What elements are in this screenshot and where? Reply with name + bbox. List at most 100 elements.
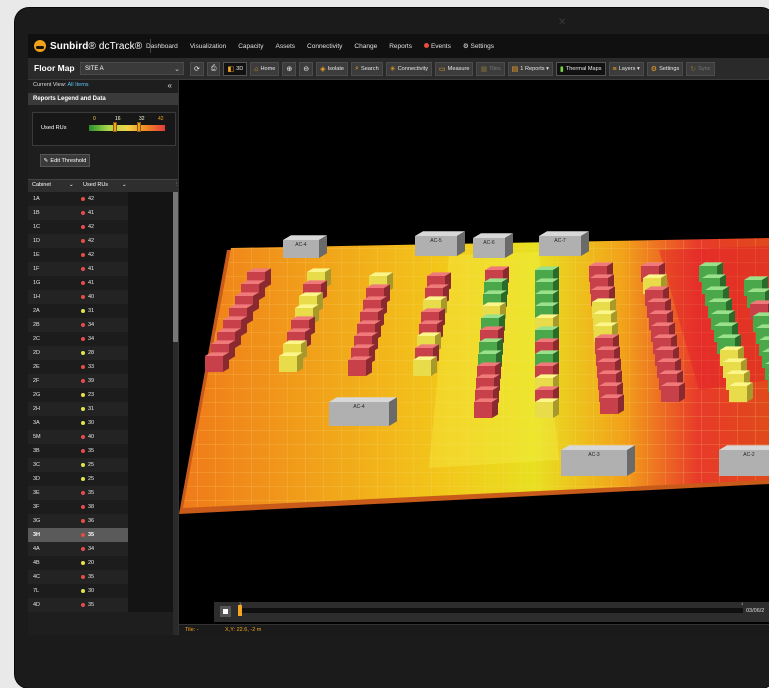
table-row[interactable]: 3H 35 [28, 528, 178, 542]
chevron-down-icon[interactable]: ⌄ [69, 182, 74, 188]
tile-status: Tile: - [185, 627, 199, 633]
table-row[interactable]: 4C 35 [28, 570, 178, 584]
threshold-handle[interactable] [137, 122, 141, 132]
cabinet-3d[interactable] [205, 352, 229, 372]
ac-unit[interactable]: AC-3 [561, 445, 635, 476]
table-row[interactable]: 2A 31 [28, 304, 178, 318]
table-row[interactable]: 1H 40 [28, 290, 178, 304]
empty-cell [128, 584, 174, 598]
table-row[interactable]: 1D 42 [28, 234, 178, 248]
nav-link-settings[interactable]: ⚙ Settings [463, 42, 494, 50]
table-row[interactable]: 2E 33 [28, 360, 178, 374]
ac-unit[interactable]: AC-5 [415, 231, 465, 256]
table-row[interactable]: 3E 35 [28, 486, 178, 500]
floor-map-canvas[interactable]: AC-4 AC-5 AC-6 AC-7 AC-4 AC-3 AC-2 [179, 80, 769, 600]
toolbar-button-label: Tiles [489, 66, 501, 72]
table-row[interactable]: 4B 20 [28, 556, 178, 570]
brand-name: Sunbird® dcTrack® [50, 40, 143, 52]
zoom-out-button[interactable]: ⊖ [299, 62, 314, 76]
table-row[interactable]: 3F 38 [28, 500, 178, 514]
settings-button[interactable]: ⚙ Settings [646, 62, 684, 76]
nav-link-label: Reports [389, 42, 412, 50]
timeline-stop-button[interactable] [220, 606, 231, 617]
measure-button[interactable]: ▭ Measure [435, 62, 474, 76]
table-row[interactable]: 3B 35 [28, 444, 178, 458]
cabinet-3d[interactable] [729, 382, 753, 402]
legend-label: Used RUs [41, 125, 67, 131]
ac-unit[interactable]: AC-2 [719, 445, 769, 476]
table-row[interactable]: 1C 42 [28, 220, 178, 234]
table-row[interactable]: 2H 31 [28, 402, 178, 416]
table-row[interactable]: 3G 36 [28, 514, 178, 528]
table-row[interactable]: 4A 34 [28, 542, 178, 556]
threshold-handle[interactable] [113, 122, 117, 132]
column-header-cabinet[interactable]: Cabinet [32, 182, 51, 188]
table-scrollbar[interactable] [173, 192, 178, 635]
table-row[interactable]: 5M 40 [28, 430, 178, 444]
table-row[interactable]: 2F 39 [28, 374, 178, 388]
table-row[interactable]: 3C 25 [28, 458, 178, 472]
cabinet-3d[interactable] [348, 356, 372, 376]
table-row[interactable]: 2G 23 [28, 388, 178, 402]
tiles-button[interactable]: ▦ Tiles [476, 62, 505, 76]
scrollbar-thumb[interactable] [173, 192, 178, 342]
collapse-sidebar-icon[interactable]: « [168, 81, 172, 90]
cabinet-3d[interactable] [661, 382, 685, 402]
table-row[interactable]: 2D 28 [28, 346, 178, 360]
table-row[interactable]: 1G 41 [28, 276, 178, 290]
timeline-handle[interactable] [238, 605, 242, 616]
nav-link-capacity[interactable]: Capacity [238, 43, 263, 50]
isolate-button[interactable]: ◈ Isolate [316, 62, 349, 76]
site-select[interactable]: SITE A ⌄ [80, 62, 184, 75]
status-dot-icon [81, 477, 85, 481]
table-row[interactable]: 2C 34 [28, 332, 178, 346]
table-row[interactable]: 1B 41 [28, 206, 178, 220]
nav-link-assets[interactable]: Assets [276, 43, 296, 50]
home-button[interactable]: ⌂ Home [250, 62, 280, 76]
timeline-track[interactable] [238, 608, 743, 613]
table-row[interactable]: 3D 25 [28, 472, 178, 486]
table-row[interactable]: 1F 41 [28, 262, 178, 276]
cabinet-3d[interactable] [413, 356, 437, 376]
nav-link-change[interactable]: Change [354, 43, 377, 50]
print-button[interactable]: ⎙ [206, 62, 221, 76]
edit-threshold-button[interactable]: ✎ Edit Threshold [40, 154, 90, 167]
layers-button[interactable]: ≡ Layers ▾ [608, 62, 644, 76]
chevron-down-icon[interactable]: ⌄ [122, 182, 127, 188]
table-row[interactable]: 2B 34 [28, 318, 178, 332]
sync-button[interactable]: ↻ Sync [686, 62, 715, 76]
thermal-maps-button[interactable]: ▮ Thermal Maps [555, 62, 606, 76]
nav-link-connectivity[interactable]: Connectivity [307, 43, 342, 50]
cabinet-3d[interactable] [279, 352, 303, 372]
floor-map-3d-view[interactable]: AC-4 AC-5 AC-6 AC-7 AC-4 AC-3 AC-2 1 1 03/06/2… [179, 80, 769, 635]
connectivity-button[interactable]: ✳ Connectivity [385, 62, 433, 76]
cabinet-3d[interactable] [600, 394, 624, 414]
used-rus-cell: 25 [88, 476, 95, 482]
ac-unit[interactable]: AC-4 [283, 235, 327, 258]
status-dot-icon [81, 505, 85, 509]
table-row[interactable]: 1A 42 [28, 192, 178, 206]
timeline-end-label: 1 [741, 601, 744, 606]
table-row[interactable]: 7L 30 [28, 584, 178, 598]
nav-link-reports[interactable]: Reports [389, 43, 412, 50]
nav-link-dashboard[interactable]: Dashboard [146, 43, 178, 50]
nav-link-visualization[interactable]: Visualization [190, 43, 226, 50]
column-header-used-rus[interactable]: Used RUs [83, 182, 108, 188]
current-view-value[interactable]: All Items [67, 82, 88, 88]
refresh-button[interactable]: ⟳ [190, 62, 204, 76]
status-dot-icon [81, 547, 85, 551]
ac-unit[interactable]: AC-7 [539, 231, 589, 256]
cabinet-3d[interactable] [535, 398, 559, 418]
ac-unit[interactable]: AC-6 [473, 233, 513, 258]
floor-map-title: Floor Map [34, 63, 75, 73]
1-reports-button[interactable]: ▤ 1 Reports ▾ [507, 62, 553, 76]
ac-unit[interactable]: AC-4 [329, 397, 397, 426]
nav-link-events[interactable]: Events [423, 42, 451, 50]
cabinet-3d[interactable] [474, 398, 498, 418]
zoom-in-button[interactable]: ⊕ [282, 62, 297, 76]
search-button[interactable]: ⌕ Search [351, 62, 383, 76]
table-row[interactable]: 3A 30 [28, 416, 178, 430]
table-row[interactable]: 4D 35 [28, 598, 178, 612]
table-row[interactable]: 1E 42 [28, 248, 178, 262]
3d-button[interactable]: ◧ 3D [223, 62, 248, 76]
